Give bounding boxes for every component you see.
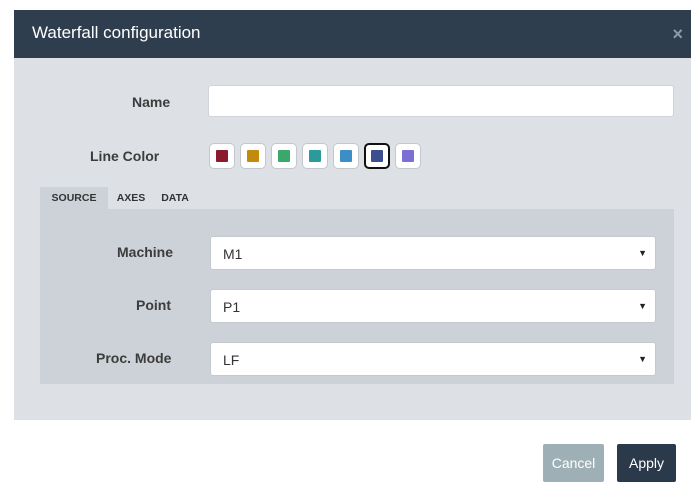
dialog-header: Waterfall configuration × <box>14 10 691 58</box>
source-panel: Machine M1 ▼ Point P1 ▼ Proc. Mode LF ▼ <box>40 209 674 384</box>
backdrop <box>0 0 691 10</box>
name-input[interactable] <box>208 85 674 117</box>
proc-mode-select[interactable]: LF ▼ <box>210 342 656 376</box>
dialog-footer: Cancel Apply <box>14 420 691 501</box>
proc-mode-label: Proc. Mode <box>96 350 172 366</box>
dialog-title: Waterfall configuration <box>32 23 201 42</box>
color-swatch-fill <box>309 150 321 162</box>
cancel-button[interactable]: Cancel <box>543 444 604 482</box>
tab-data[interactable]: DATA <box>154 187 196 209</box>
chevron-down-icon: ▼ <box>638 301 647 311</box>
color-swatch-fill <box>216 150 228 162</box>
color-swatch-fill <box>371 150 383 162</box>
name-label: Name <box>132 94 171 110</box>
apply-button[interactable]: Apply <box>617 444 676 482</box>
chevron-down-icon: ▼ <box>638 354 647 364</box>
line-color-label: Line Color <box>90 148 160 164</box>
color-swatch-fill <box>278 150 290 162</box>
color-swatch[interactable] <box>333 143 359 169</box>
chevron-down-icon: ▼ <box>638 248 647 258</box>
point-label: Point <box>136 297 171 313</box>
proc-mode-value: LF <box>223 352 240 368</box>
color-swatch[interactable] <box>364 143 390 169</box>
color-swatch[interactable] <box>209 143 235 169</box>
color-swatch[interactable] <box>271 143 297 169</box>
tab-source[interactable]: SOURCE <box>40 187 108 209</box>
tab-axes[interactable]: AXES <box>110 187 152 209</box>
color-swatch[interactable] <box>240 143 266 169</box>
color-swatch-fill <box>340 150 352 162</box>
machine-label: Machine <box>117 244 174 260</box>
waterfall-config-dialog: Waterfall configuration × Name Line Colo… <box>14 10 691 501</box>
point-select[interactable]: P1 ▼ <box>210 289 656 323</box>
machine-value: M1 <box>223 246 243 262</box>
color-swatch[interactable] <box>302 143 328 169</box>
dialog-body: Name Line Color SOURCE AXES DATA Machine… <box>14 58 691 420</box>
color-swatch-fill <box>247 150 259 162</box>
color-swatch-fill <box>402 150 414 162</box>
close-icon[interactable]: × <box>672 24 683 44</box>
machine-select[interactable]: M1 ▼ <box>210 236 656 270</box>
color-swatch[interactable] <box>395 143 421 169</box>
point-value: P1 <box>223 299 241 315</box>
